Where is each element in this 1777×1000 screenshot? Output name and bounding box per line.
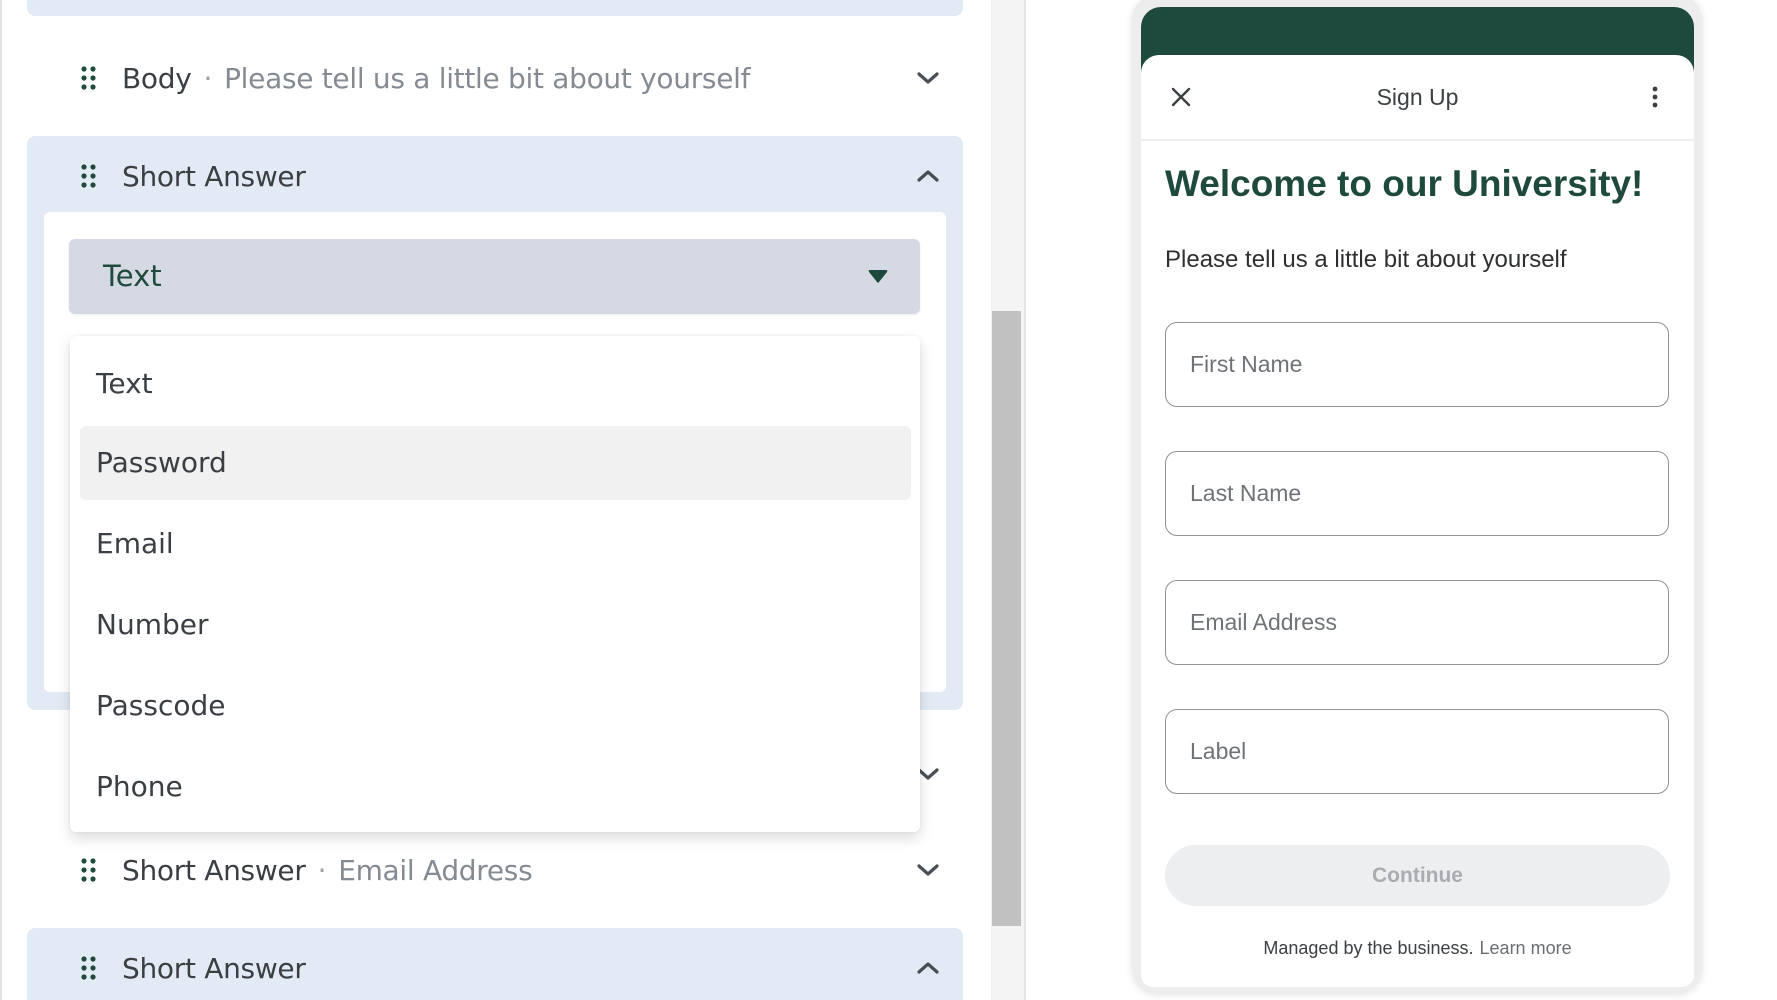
editor-row-short-answer-email[interactable]: Short Answer · Email Address (27, 840, 963, 904)
menu-item-label: Passcode (96, 689, 226, 722)
last-name-input[interactable] (1166, 452, 1668, 535)
label-field[interactable] (1165, 709, 1669, 794)
menu-item-label: Text (96, 367, 153, 400)
select-value: Text (103, 259, 162, 293)
editor-row-short-answer-expanded-2: Short Answer (27, 928, 963, 1000)
preview-header-title: Sign Up (1376, 84, 1459, 110)
label-input[interactable] (1166, 710, 1668, 793)
preview-header: Sign Up (1141, 55, 1694, 141)
chevron-down-icon[interactable] (915, 65, 941, 91)
previous-card[interactable] (27, 0, 963, 16)
menu-item-password[interactable]: Password (80, 426, 911, 500)
row-type: Body (122, 61, 192, 95)
drag-handle-icon[interactable] (79, 65, 99, 91)
email-address-field[interactable] (1165, 580, 1669, 665)
drag-handle-icon[interactable] (79, 163, 99, 189)
menu-item-text[interactable]: Text (80, 347, 911, 421)
email-address-input[interactable] (1166, 581, 1668, 664)
drag-handle-icon[interactable] (79, 857, 99, 883)
field-type-select[interactable]: Text (69, 239, 920, 314)
row-separator: · (317, 853, 327, 887)
chevron-up-icon[interactable] (915, 955, 941, 981)
drag-handle-icon[interactable] (79, 955, 99, 981)
row-type: Short Answer (122, 951, 306, 985)
row-type: Short Answer (122, 159, 306, 193)
chevron-down-icon[interactable] (915, 857, 941, 883)
preview-footer: Managed by the business. Learn more (1141, 938, 1694, 959)
editor-row-body[interactable]: Body · Please tell us a little bit about y… (27, 46, 963, 110)
preview-heading: Welcome to our University! (1165, 163, 1644, 204)
menu-item-number[interactable]: Number (80, 588, 911, 662)
learn-more-link[interactable]: Learn more (1480, 938, 1572, 958)
menu-item-email[interactable]: Email (80, 507, 911, 581)
continue-button[interactable]: Continue (1165, 845, 1670, 906)
signup-preview: Sign Up Welcome to our University! Pleas… (1141, 55, 1694, 987)
menu-item-label: Email (96, 527, 174, 560)
row-subtitle: Email Address (338, 853, 533, 887)
more-vertical-icon[interactable] (1652, 85, 1658, 109)
first-name-field[interactable] (1165, 322, 1669, 407)
row-separator: · (203, 61, 213, 95)
menu-item-label: Phone (96, 770, 183, 803)
preview-subheading: Please tell us a little bit about yourse… (1165, 246, 1567, 273)
field-type-menu: Text Password Email Number Passcode Phon… (70, 336, 920, 832)
chevron-up-icon[interactable] (915, 163, 941, 189)
form-editor: Body · Please tell us a little bit about y… (0, 0, 990, 1000)
first-name-input[interactable] (1166, 323, 1668, 406)
footer-text: Managed by the business. (1263, 938, 1474, 958)
scrollbar-thumb[interactable] (992, 311, 1021, 926)
caret-down-icon (868, 269, 888, 283)
panel-divider (1024, 0, 1026, 1000)
row-header[interactable]: Short Answer (27, 938, 963, 998)
row-subtitle: Please tell us a little bit about yourse… (224, 61, 751, 95)
menu-item-phone[interactable]: Phone (80, 750, 911, 824)
last-name-field[interactable] (1165, 451, 1669, 536)
row-title: Short Answer · Email Address (122, 853, 533, 887)
row-type: Short Answer (122, 853, 306, 887)
menu-item-label: Number (96, 608, 209, 641)
row-header[interactable]: Short Answer (27, 146, 963, 206)
menu-item-label: Password (96, 446, 227, 479)
menu-item-passcode[interactable]: Passcode (80, 669, 911, 743)
row-title: Body · Please tell us a little bit about y… (122, 62, 750, 95)
